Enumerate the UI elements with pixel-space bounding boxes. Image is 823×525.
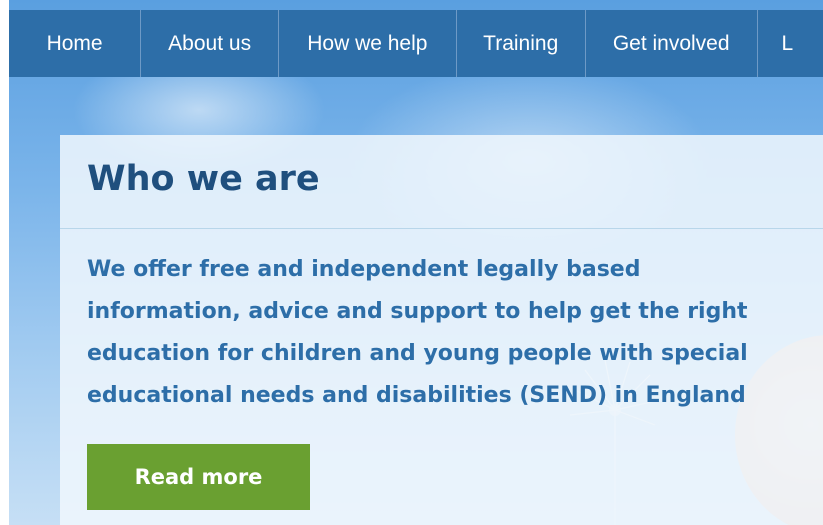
intro-line: educational needs and disabilities (SEND… [87,383,746,408]
nav-item-truncated[interactable]: L [758,10,823,77]
read-more-button[interactable]: Read more [87,444,310,510]
nav-item-home[interactable]: Home [9,10,142,77]
nav-item-how-we-help[interactable]: How we help [279,10,457,77]
nav-item-get-involved[interactable]: Get involved [586,10,758,77]
who-we-are-card: Who we are We offer free and independent… [60,135,823,525]
page: Home About us How we help Training Get i… [0,0,823,525]
nav-item-about-us[interactable]: About us [141,10,280,77]
intro-text: We offer free and independent legally ba… [87,249,807,417]
intro-line: education for children and young people … [87,341,748,366]
nav-item-training[interactable]: Training [457,10,586,77]
title-divider [60,228,823,229]
main-navigation: Home About us How we help Training Get i… [9,10,823,77]
section-title: Who we are [87,159,320,199]
intro-line: information, advice and support to help … [87,299,748,324]
intro-line: We offer free and independent legally ba… [87,257,641,282]
